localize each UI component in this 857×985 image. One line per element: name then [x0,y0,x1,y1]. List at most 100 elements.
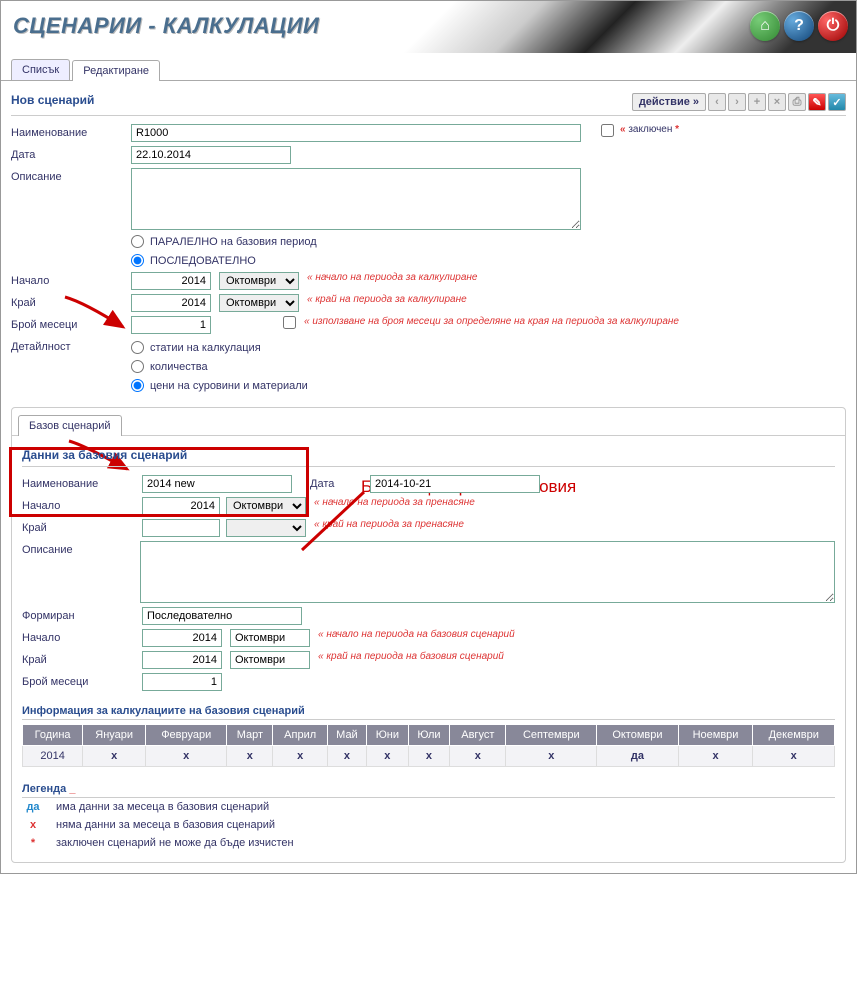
label-base-months: Брой месеци [22,673,142,688]
home-icon[interactable]: ⌂ [750,11,780,41]
tab-edit[interactable]: Редактиране [72,60,160,81]
input-date[interactable] [131,146,291,164]
label-base-date: Дата [310,475,370,490]
td-year: 2014 [23,746,83,767]
main-tabs: Списък Редактиране [1,53,856,81]
input-base-pstart-month[interactable] [230,629,310,647]
td-10: да [597,746,678,767]
legend-x-key: x [22,819,44,831]
th-9: Септември [506,725,597,746]
section-new-scenario: Нов сценарий действие » ‹ › + × ⎙ ✎ ✓ [11,91,846,116]
td-2: x [146,746,227,767]
radio-detail-qty[interactable] [131,360,144,373]
input-months[interactable] [131,316,211,334]
td-3: x [227,746,273,767]
label-detail: Детайлност [11,338,131,353]
th-3: Март [227,725,273,746]
required-ast: * [675,124,679,135]
calc-table: Година Януари Февруари Март Април Май Юн… [22,724,835,767]
label-locked: заключен [628,124,672,135]
label-base-formed: Формиран [22,607,142,622]
label-base-name: Наименование [22,475,142,490]
radio-detail-prices[interactable] [131,379,144,392]
label-name: Наименование [11,124,131,139]
input-base-months[interactable] [142,673,222,691]
input-base-end-year[interactable] [142,519,220,537]
legend-da-text: има данни за месеца в базовия сценарий [56,801,269,813]
td-1: x [83,746,146,767]
input-base-date[interactable] [370,475,540,493]
select-end-month[interactable]: Октомври [219,294,299,312]
base-section-head: Данни за базовия сценарий [22,446,835,467]
help-icon[interactable]: ? [784,11,814,41]
th-8: Август [450,725,506,746]
hint-end: « край на периода за калкулиране [307,294,467,305]
td-12: x [753,746,835,767]
input-base-formed[interactable] [142,607,302,625]
power-icon[interactable]: ⏻ [818,11,848,41]
legend-ast-key: * [22,837,44,849]
hint-base-pend: « край на периода на базовия сценарий [318,651,504,662]
locked-ast: « [620,124,626,135]
hint-base-end: « край на периода за пренасяне [314,519,464,530]
radio-detail-articles[interactable] [131,341,144,354]
calc-info-head: Информация за калкулациите на базовия сц… [22,705,835,720]
radio-sequential[interactable] [131,254,144,267]
locked-checkbox[interactable] [601,124,614,137]
th-12: Декември [753,725,835,746]
delete-icon[interactable]: × [768,93,786,111]
th-5: Май [327,725,366,746]
page-header: СЦЕНАРИИ - КАЛКУЛАЦИИ ⌂ ? ⏻ [1,1,856,53]
input-base-pend-year[interactable] [142,651,222,669]
radio-detail-prices-label: цени на суровини и материали [150,380,308,392]
th-year: Година [23,725,83,746]
radio-detail-qty-label: количества [150,361,208,373]
input-base-pend-month[interactable] [230,651,310,669]
th-1: Януари [83,725,146,746]
th-2: Февруари [146,725,227,746]
label-start: Начало [11,272,131,287]
input-name[interactable] [131,124,581,142]
textarea-base-desc[interactable] [140,541,835,603]
th-6: Юни [367,725,409,746]
legend-da-key: да [22,801,44,813]
radio-detail-articles-label: статии на калкулация [150,342,261,354]
nav-next-icon[interactable]: › [728,93,746,111]
hint-months: « използване на броя месеци за определян… [304,316,679,327]
select-start-month[interactable]: Октомври [219,272,299,290]
label-desc: Описание [11,168,131,183]
select-base-start-month[interactable]: Октомври [226,497,306,515]
hint-base-start: « начало на периода за пренасяне [314,497,475,508]
label-months: Брой месеци [11,316,131,331]
legend-x-text: няма данни за месеца в базовия сценарий [56,819,275,831]
input-base-name[interactable] [142,475,292,493]
select-base-end-month[interactable] [226,519,306,537]
label-base-pend: Край [22,651,142,666]
td-4: x [273,746,327,767]
use-months-checkbox[interactable] [283,316,296,329]
input-base-start-year[interactable] [142,497,220,515]
label-base-desc: Описание [22,541,140,556]
print-icon[interactable]: ⎙ [788,93,806,111]
hint-start: « начало на периода за калкулиране [307,272,477,283]
action-button[interactable]: действие » [632,93,706,111]
textarea-desc[interactable] [131,168,581,230]
td-5: x [327,746,366,767]
radio-parallel[interactable] [131,235,144,248]
edit-icon[interactable]: ✎ [808,93,826,111]
th-7: Юли [408,725,450,746]
tab-list[interactable]: Списък [11,59,70,80]
nav-prev-icon[interactable]: ‹ [708,93,726,111]
table-row: 2014 x x x x x x x x x да x x [23,746,835,767]
input-start-year[interactable] [131,272,211,290]
tab-base-scenario[interactable]: Базов сценарий [18,415,122,436]
confirm-icon[interactable]: ✓ [828,93,846,111]
hint-base-pstart: « начало на периода на базовия сценарий [318,629,515,640]
input-base-pstart-year[interactable] [142,629,222,647]
input-end-year[interactable] [131,294,211,312]
td-11: x [678,746,753,767]
base-scenario-panel: Базов сценарий Данни за базовия сценарий… [11,407,846,863]
section-new-label: Нов сценарий [11,93,94,107]
add-icon[interactable]: + [748,93,766,111]
td-7: x [408,746,450,767]
